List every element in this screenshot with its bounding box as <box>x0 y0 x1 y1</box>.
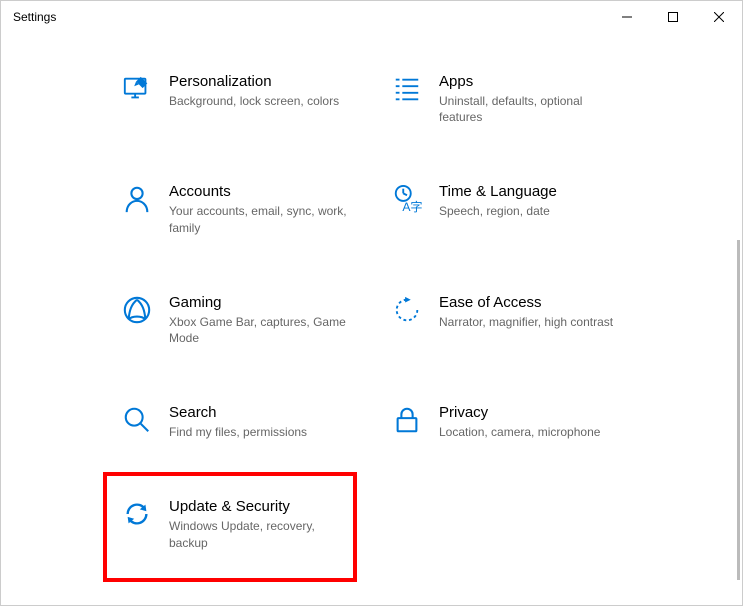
personalization-icon <box>121 73 153 105</box>
close-button[interactable] <box>696 1 742 33</box>
category-desc: Windows Update, recovery, backup <box>169 518 349 550</box>
search-icon <box>121 404 153 436</box>
category-desc: Your accounts, email, sync, work, family <box>169 203 349 235</box>
category-title: Privacy <box>439 404 600 421</box>
window-controls <box>604 1 742 33</box>
category-time-language[interactable]: A字 Time & Language Speech, region, date <box>391 183 641 235</box>
apps-icon <box>391 73 423 105</box>
category-desc: Location, camera, microphone <box>439 424 600 440</box>
category-title: Ease of Access <box>439 294 613 311</box>
category-title: Time & Language <box>439 183 557 200</box>
svg-text:A字: A字 <box>402 200 422 215</box>
category-search[interactable]: Search Find my files, permissions <box>121 404 371 440</box>
category-title: Update & Security <box>169 498 349 515</box>
category-desc: Find my files, permissions <box>169 424 307 440</box>
category-desc: Xbox Game Bar, captures, Game Mode <box>169 314 349 346</box>
settings-categories: Personalization Background, lock screen,… <box>1 33 742 551</box>
category-desc: Uninstall, defaults, optional features <box>439 93 619 125</box>
update-security-icon <box>121 498 153 530</box>
maximize-button[interactable] <box>650 1 696 33</box>
ease-of-access-icon <box>391 294 423 326</box>
category-accounts[interactable]: Accounts Your accounts, email, sync, wor… <box>121 183 371 235</box>
category-apps[interactable]: Apps Uninstall, defaults, optional featu… <box>391 73 641 125</box>
category-update-security[interactable]: Update & Security Windows Update, recove… <box>121 498 371 550</box>
accounts-icon <box>121 183 153 215</box>
category-desc: Speech, region, date <box>439 203 557 219</box>
category-title: Apps <box>439 73 619 90</box>
scrollbar[interactable] <box>737 240 740 580</box>
category-title: Accounts <box>169 183 349 200</box>
time-language-icon: A字 <box>391 183 423 215</box>
gaming-icon <box>121 294 153 326</box>
category-title: Search <box>169 404 307 421</box>
privacy-icon <box>391 404 423 436</box>
category-title: Gaming <box>169 294 349 311</box>
category-desc: Background, lock screen, colors <box>169 93 339 109</box>
category-privacy[interactable]: Privacy Location, camera, microphone <box>391 404 641 440</box>
minimize-button[interactable] <box>604 1 650 33</box>
window-title: Settings <box>13 10 56 24</box>
titlebar: Settings <box>1 1 742 33</box>
category-desc: Narrator, magnifier, high contrast <box>439 314 613 330</box>
category-title: Personalization <box>169 73 339 90</box>
category-gaming[interactable]: Gaming Xbox Game Bar, captures, Game Mod… <box>121 294 371 346</box>
category-personalization[interactable]: Personalization Background, lock screen,… <box>121 73 371 125</box>
category-ease-of-access[interactable]: Ease of Access Narrator, magnifier, high… <box>391 294 641 346</box>
